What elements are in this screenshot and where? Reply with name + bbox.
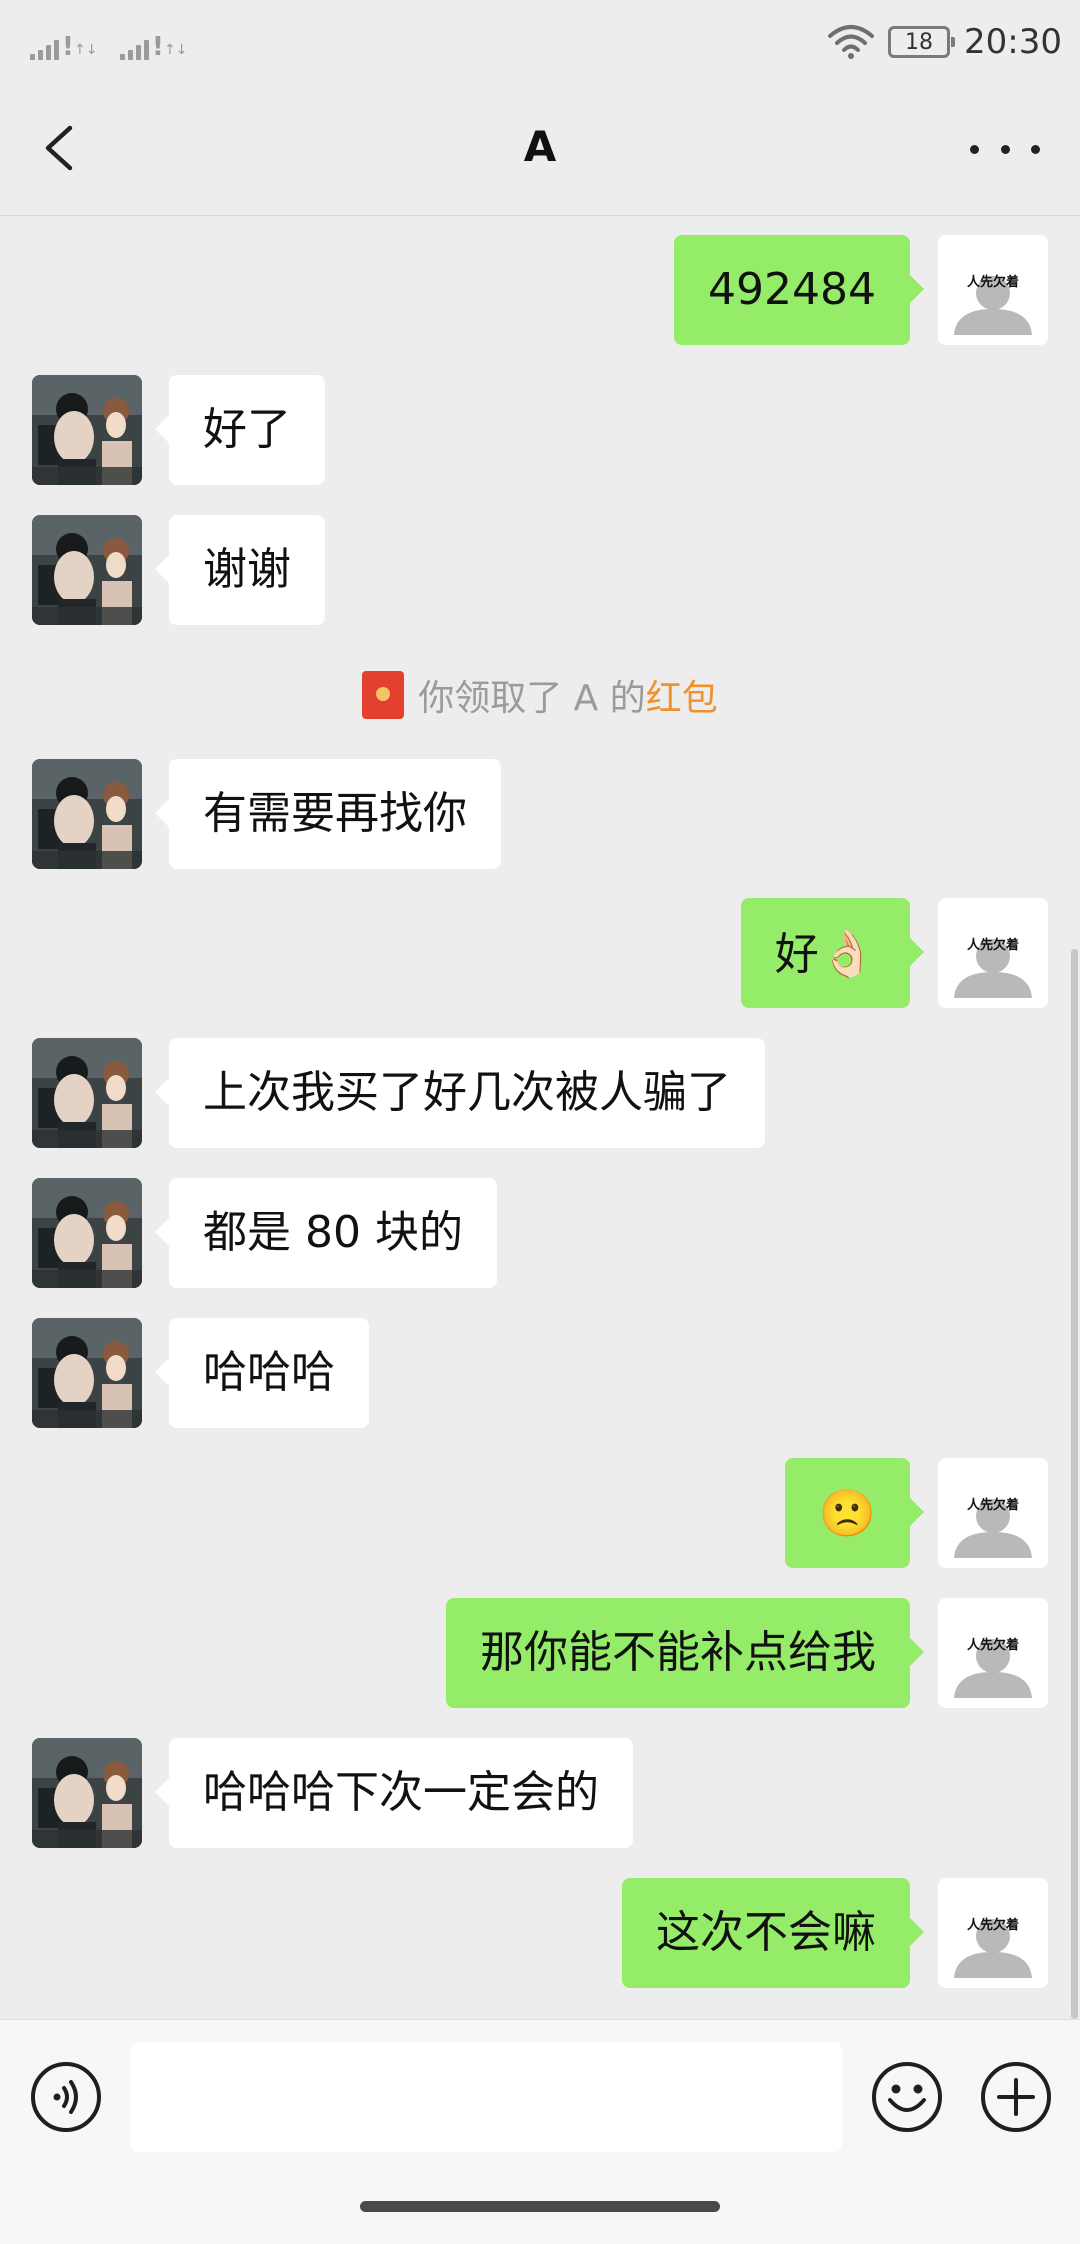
status-time: 20:30 — [964, 22, 1062, 62]
emoji-icon — [872, 2062, 942, 2132]
message-incoming: 都是 80 块的 — [0, 1178, 1080, 1288]
message-bubble[interactable]: 谢谢 — [155, 515, 325, 625]
message-bubble[interactable]: 🙁 — [784, 1458, 925, 1568]
message-incoming: 哈哈哈下次一定会的 — [0, 1738, 1080, 1848]
message-bubble[interactable]: 好了 — [155, 375, 325, 485]
more-functions-button[interactable] — [979, 2060, 1053, 2134]
battery-level: 18 — [905, 29, 934, 55]
system-message-text: 你领取了 A 的 — [418, 678, 646, 719]
own-avatar[interactable]: 人先欠着 — [938, 1458, 1048, 1568]
message-bubble[interactable]: 492484 — [674, 235, 924, 345]
contact-avatar[interactable] — [32, 1038, 142, 1148]
red-packet-link[interactable]: 红包 — [646, 678, 718, 719]
avatar-caption: 人先欠着 — [966, 1498, 1019, 1513]
plus-icon — [981, 2062, 1051, 2132]
wifi-icon — [828, 25, 875, 59]
chat-header: A — [0, 84, 1080, 216]
emoji-button[interactable] — [870, 2060, 944, 2134]
message-outgoing: 这次不会嘛 人先欠着 — [0, 1878, 1080, 1988]
message-incoming: 好了 — [0, 375, 1080, 485]
message-bubble[interactable]: 那你能不能补点给我 — [446, 1598, 924, 1708]
frowning-face-emoji: 🙁 — [818, 1486, 876, 1540]
message-incoming: 哈哈哈 — [0, 1318, 1080, 1428]
scrollbar[interactable] — [1071, 949, 1078, 2019]
contact-avatar[interactable] — [32, 1318, 142, 1428]
message-outgoing: 492484 人先欠着 — [0, 235, 1080, 345]
chat-title: A — [523, 122, 557, 171]
ok-hand-emoji: 👌🏻 — [818, 926, 876, 980]
battery-icon: 18 — [888, 26, 956, 58]
message-bubble[interactable]: 哈哈哈下次一定会的 — [155, 1738, 633, 1848]
message-incoming: 谢谢 — [0, 515, 1080, 625]
system-message: 你领取了 A 的红包 — [0, 665, 1080, 725]
avatar-caption: 人先欠着 — [966, 1638, 1019, 1653]
avatar-caption: 人先欠着 — [966, 1918, 1019, 1933]
own-avatar[interactable]: 人先欠着 — [938, 235, 1048, 345]
voice-button[interactable] — [29, 2060, 103, 2134]
contact-avatar[interactable] — [32, 1178, 142, 1288]
message-outgoing: 🙁 人先欠着 — [0, 1458, 1080, 1568]
message-incoming: 有需要再找你 — [0, 759, 1080, 869]
message-bubble[interactable]: 上次我买了好几次被人骗了 — [155, 1038, 765, 1148]
message-bubble[interactable]: 哈哈哈 — [155, 1318, 369, 1428]
signal-icon: ! ↑↓ — [30, 30, 97, 60]
own-avatar[interactable]: 人先欠着 — [938, 1878, 1048, 1988]
message-incoming: 上次我买了好几次被人骗了 — [0, 1038, 1080, 1148]
contact-avatar[interactable] — [32, 515, 142, 625]
message-bubble[interactable]: 有需要再找你 — [155, 759, 501, 869]
voice-icon — [31, 2062, 101, 2132]
contact-avatar[interactable] — [32, 759, 142, 869]
own-avatar[interactable]: 人先欠着 — [938, 1598, 1048, 1708]
avatar-caption: 人先欠着 — [966, 938, 1019, 953]
signal-icon: ! ↑↓ — [120, 30, 187, 60]
more-horizontal-icon — [970, 144, 1040, 154]
message-input[interactable] — [130, 2042, 842, 2152]
home-indicator[interactable] — [360, 2201, 720, 2212]
message-outgoing: 好👌🏻 人先欠着 — [0, 898, 1080, 1008]
status-bar: ! ↑↓ ! ↑↓ 18 20:30 — [0, 0, 1080, 84]
avatar-caption: 人先欠着 — [966, 275, 1019, 290]
own-avatar[interactable]: 人先欠着 — [938, 898, 1048, 1008]
message-outgoing: 那你能不能补点给我 人先欠着 — [0, 1598, 1080, 1708]
message-text: 好 — [774, 929, 819, 980]
message-bubble[interactable]: 都是 80 块的 — [155, 1178, 497, 1288]
message-bubble[interactable]: 好👌🏻 — [740, 898, 925, 1008]
contact-avatar[interactable] — [32, 375, 142, 485]
contact-avatar[interactable] — [32, 1738, 142, 1848]
message-list[interactable]: 492484 人先欠着 好了 谢谢 你领取了 A 的红包 有需要再找你 好👌🏻 … — [0, 217, 1080, 2019]
more-button[interactable] — [970, 134, 1040, 164]
red-packet-icon — [362, 671, 405, 719]
message-bubble[interactable]: 这次不会嘛 — [622, 1878, 924, 1988]
